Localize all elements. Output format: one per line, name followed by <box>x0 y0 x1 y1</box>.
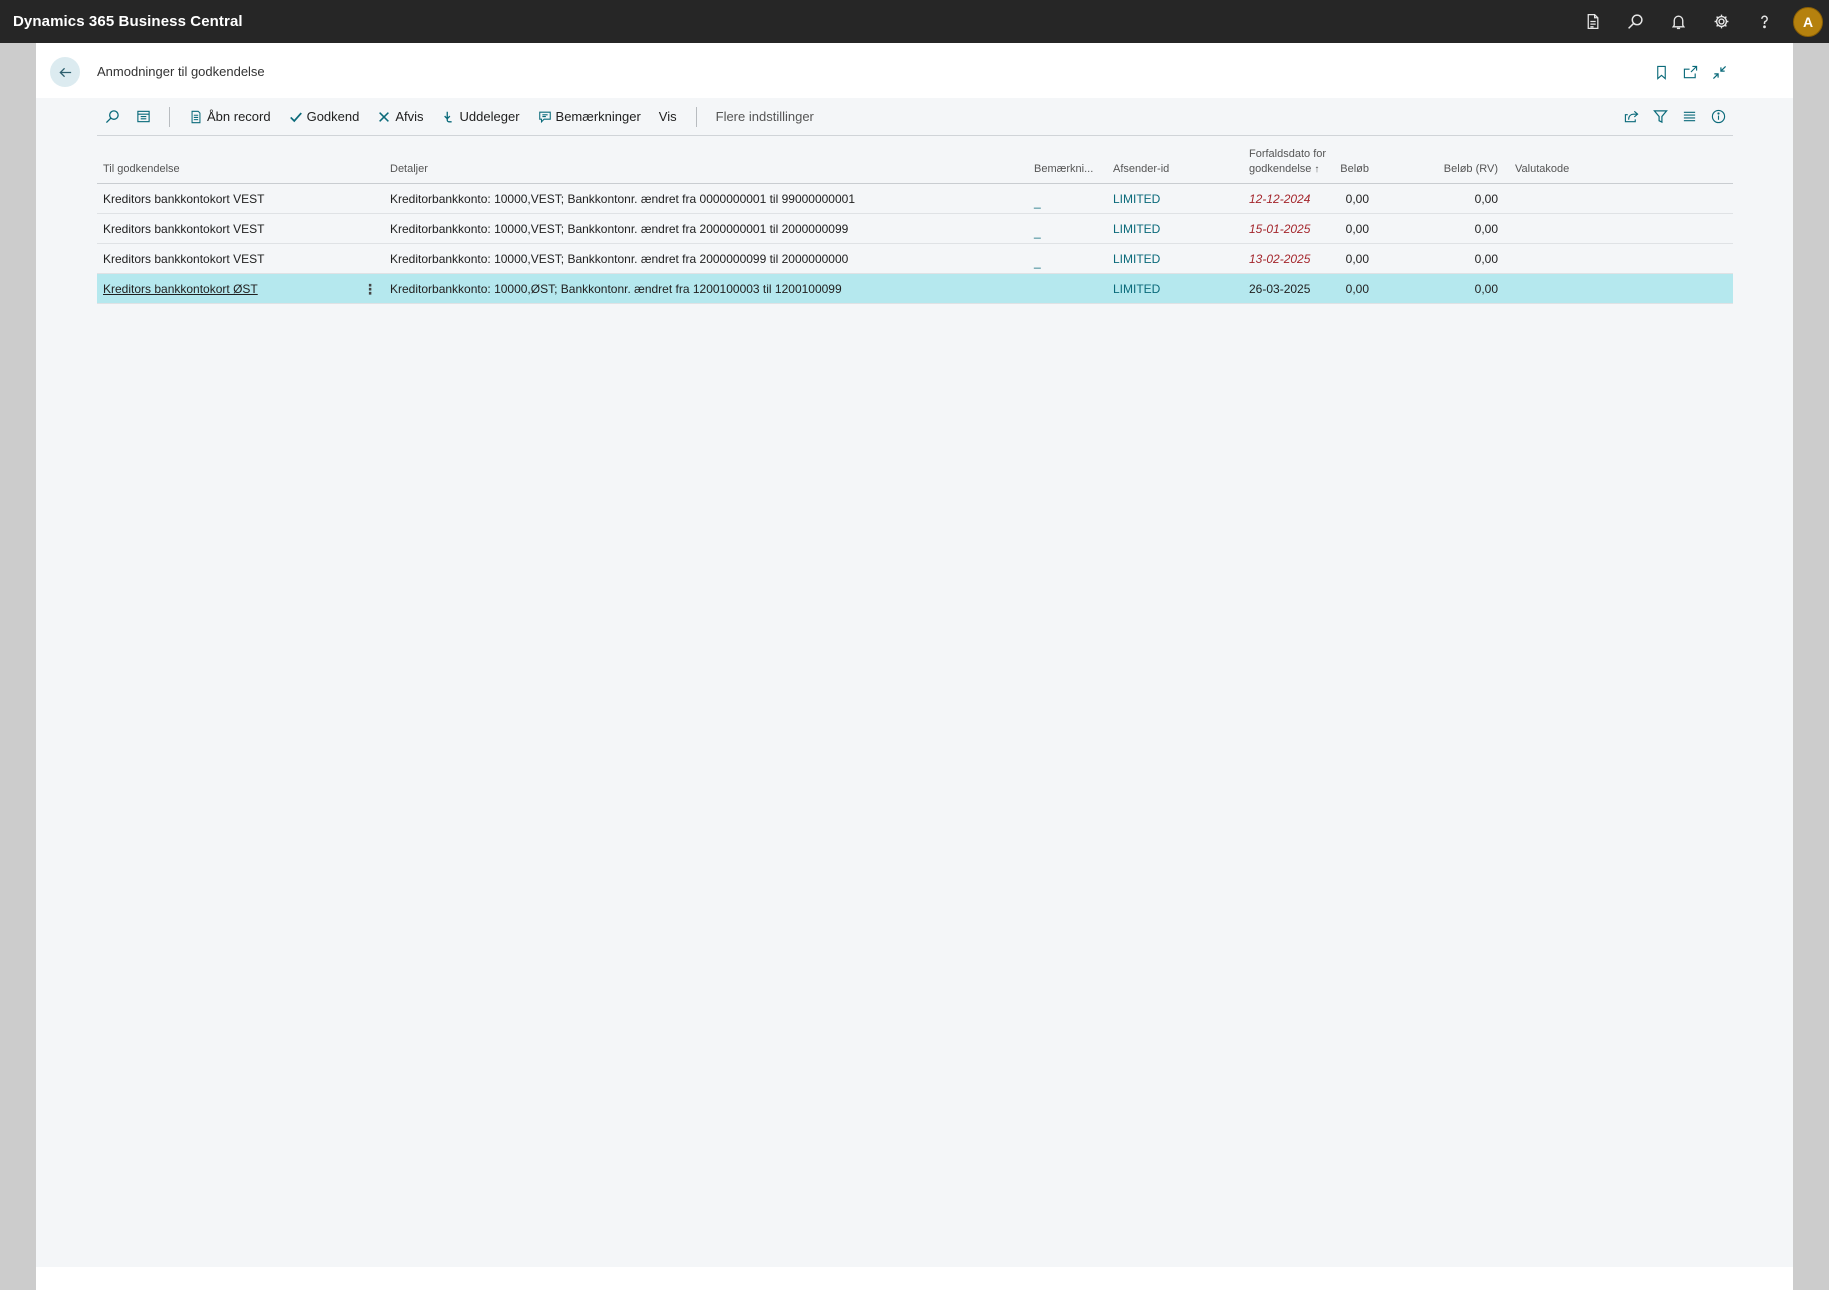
column-header-details[interactable]: Detaljer <box>390 143 1030 183</box>
info-icon[interactable] <box>1704 102 1733 132</box>
row-more-options-icon[interactable]: ⋮ <box>361 280 379 298</box>
table-header-row: Til godkendelse Detaljer Bemærkni... Afs… <box>97 143 1733 184</box>
bell-icon[interactable] <box>1657 0 1700 43</box>
reject-label: Afvis <box>395 109 424 124</box>
reject-button[interactable]: Afvis <box>368 102 432 132</box>
list-view-icon[interactable] <box>1675 102 1704 132</box>
list-tools <box>1617 102 1733 132</box>
toolbar-divider <box>695 106 697 127</box>
edit-list-button[interactable] <box>128 102 159 132</box>
user-avatar[interactable]: A <box>1793 6 1823 37</box>
cell-currency <box>1515 184 1615 213</box>
column-header-amount-lcy[interactable]: Beløb (RV) <box>1407 143 1498 183</box>
checkmark-icon <box>289 111 302 122</box>
open-record-button[interactable]: Åbn record <box>180 102 280 132</box>
more-options-label: Flere indstillinger <box>715 109 814 124</box>
cell-currency <box>1515 274 1615 303</box>
action-bar: Åbn record Godkend Afvis Uddeleger Bemær… <box>97 98 1733 136</box>
cell-amount: 0,00 <box>1345 191 1369 206</box>
delegate-button[interactable]: Uddeleger <box>433 102 529 132</box>
search-list-button[interactable] <box>97 102 128 132</box>
cell-currency <box>1515 214 1615 243</box>
document-icon <box>191 110 201 123</box>
app-title[interactable]: Dynamics 365 Business Central <box>13 13 243 30</box>
cell-amount-lcy: 0,00 <box>1474 251 1498 266</box>
cell-currency <box>1515 244 1615 273</box>
page-footer <box>36 1267 1793 1290</box>
filter-icon[interactable] <box>1646 102 1675 132</box>
open-record-label: Åbn record <box>207 109 271 124</box>
app-bar-actions: A <box>1571 0 1829 43</box>
help-icon[interactable] <box>1743 0 1786 43</box>
cell-comments[interactable]: _ <box>1034 214 1100 243</box>
page-title: Anmodninger til godkendelse <box>97 64 265 79</box>
open-new-window-icon[interactable] <box>1676 61 1705 83</box>
comment-icon <box>538 111 551 123</box>
column-header-comments[interactable]: Bemærkni... <box>1034 143 1100 183</box>
search-icon[interactable] <box>1614 0 1657 43</box>
to-approve-text: Kreditors bankkontokort VEST <box>103 191 265 206</box>
comments-button[interactable]: Bemærkninger <box>529 102 650 132</box>
cell-to-approve[interactable]: Kreditors bankkontokort VEST <box>103 214 383 243</box>
search-icon <box>105 110 119 124</box>
gear-icon[interactable] <box>1700 0 1743 43</box>
cell-sender-id[interactable]: LIMITED <box>1113 214 1233 243</box>
cell-amount: 0,00 <box>1345 251 1369 266</box>
to-approve-text: Kreditors bankkontokort VEST <box>103 251 265 266</box>
cell-amount-lcy: 0,00 <box>1474 191 1498 206</box>
back-button[interactable] <box>50 57 80 87</box>
share-icon[interactable] <box>1617 102 1646 132</box>
cell-amount-lcy: 0,00 <box>1474 221 1498 236</box>
cell-comments[interactable]: _ <box>1034 244 1100 273</box>
column-header-currency[interactable]: Valutakode <box>1515 143 1615 183</box>
cell-amount: 0,00 <box>1345 281 1369 296</box>
page-canvas: Anmodninger til godkendelse Åbn record G… <box>36 43 1793 1267</box>
cell-comments[interactable] <box>1034 274 1100 303</box>
list-edit-icon <box>137 110 150 123</box>
table-row[interactable]: Kreditors bankkontokort VEST Kreditorban… <box>97 244 1733 274</box>
close-icon <box>379 111 390 122</box>
column-header-sender-id[interactable]: Afsender-id <box>1113 143 1233 183</box>
show-menu-button[interactable]: Vis <box>650 102 686 132</box>
more-options-button[interactable]: Flere indstillinger <box>707 102 823 132</box>
app-bar: Dynamics 365 Business Central A <box>0 0 1829 43</box>
table-row-selected[interactable]: Kreditors bankkontokort ØST ⋮ Kreditorba… <box>97 274 1733 304</box>
cell-sender-id[interactable]: LIMITED <box>1113 274 1233 303</box>
cell-details: Kreditorbankkonto: 10000,VEST; Bankkonto… <box>390 221 849 236</box>
cell-amount: 0,00 <box>1345 221 1369 236</box>
cell-details: Kreditorbankkonto: 10000,VEST; Bankkonto… <box>390 251 849 266</box>
to-approve-text: Kreditors bankkontokort VEST <box>103 221 265 236</box>
approval-requests-table: Til godkendelse Detaljer Bemærkni... Afs… <box>97 143 1733 304</box>
cell-sender-id[interactable]: LIMITED <box>1113 244 1233 273</box>
show-label: Vis <box>658 109 677 124</box>
collapse-icon[interactable] <box>1705 61 1734 83</box>
delegate-label: Uddeleger <box>459 109 520 124</box>
comments-label: Bemærkninger <box>555 109 641 124</box>
column-header-to-approve[interactable]: Til godkendelse <box>103 143 383 183</box>
cell-details: Kreditorbankkonto: 10000,ØST; Bankkonton… <box>390 281 842 296</box>
approve-label: Godkend <box>306 109 360 124</box>
column-header-amount[interactable]: Beløb <box>1297 143 1369 183</box>
table-row[interactable]: Kreditors bankkontokort VEST Kreditorban… <box>97 214 1733 244</box>
cell-to-approve[interactable]: Kreditors bankkontokort VEST <box>103 244 383 273</box>
page-header: Anmodninger til godkendelse <box>36 43 1793 98</box>
cell-to-approve[interactable]: Kreditors bankkontokort VEST <box>103 184 383 213</box>
arrow-left-icon <box>58 67 71 77</box>
cell-sender-id[interactable]: LIMITED <box>1113 184 1233 213</box>
cell-amount-lcy: 0,00 <box>1474 281 1498 296</box>
cell-to-approve[interactable]: Kreditors bankkontokort ØST <box>103 274 383 303</box>
delegate-arrow-icon <box>443 111 452 122</box>
table-row[interactable]: Kreditors bankkontokort VEST Kreditorban… <box>97 184 1733 214</box>
report-icon[interactable] <box>1571 0 1614 43</box>
approve-button[interactable]: Godkend <box>280 102 369 132</box>
toolbar-divider <box>169 106 170 127</box>
cell-details: Kreditorbankkonto: 10000,VEST; Bankkonto… <box>390 191 856 206</box>
cell-comments[interactable]: _ <box>1034 184 1100 213</box>
to-approve-link[interactable]: Kreditors bankkontokort ØST <box>103 282 258 296</box>
bookmark-icon[interactable] <box>1647 61 1676 83</box>
page-header-actions <box>1647 61 1734 83</box>
